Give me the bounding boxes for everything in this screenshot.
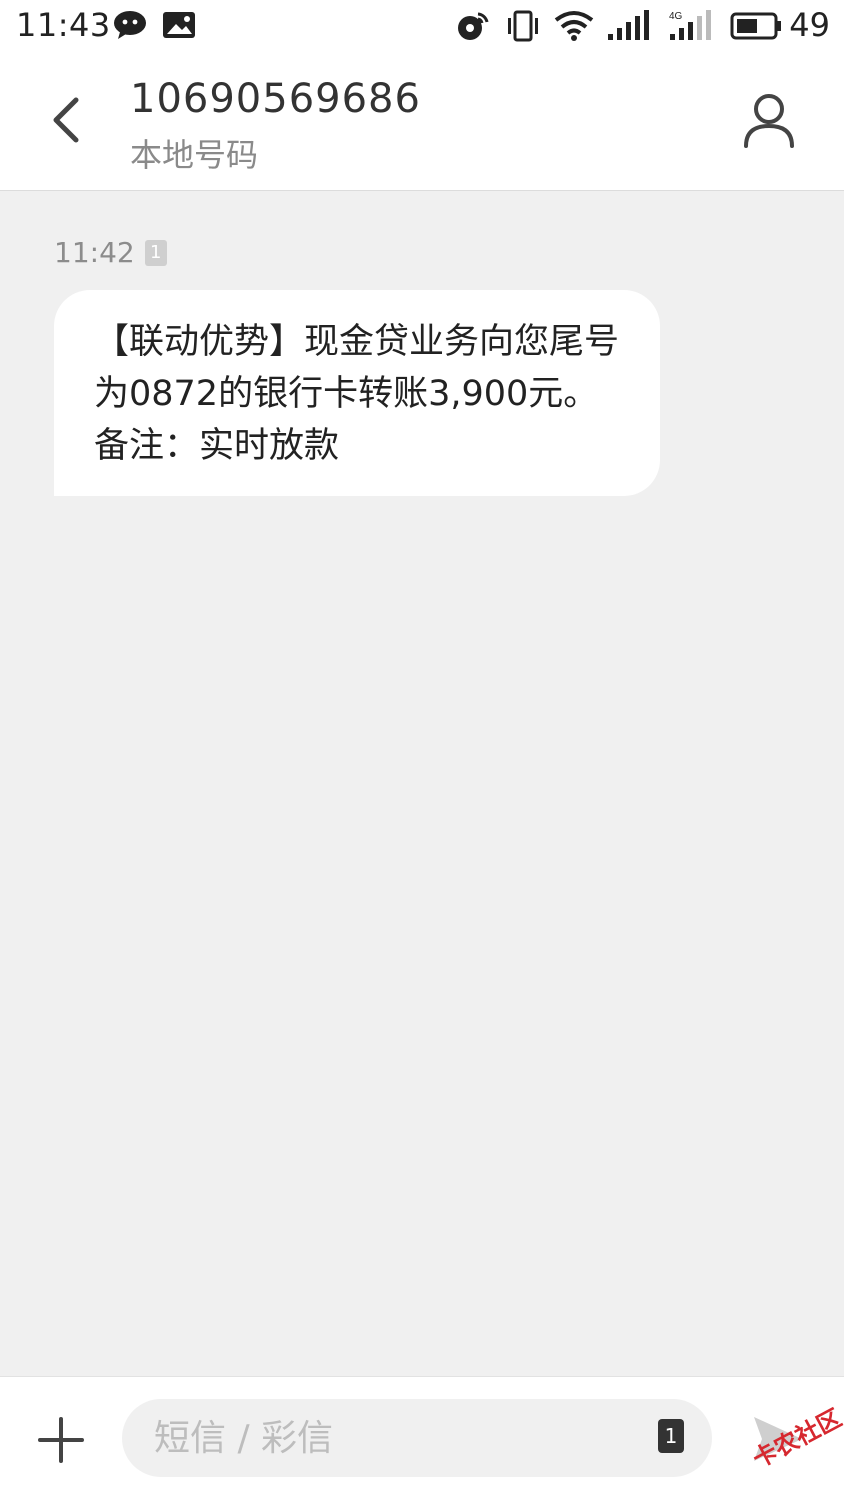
sim-badge: 1: [144, 239, 167, 266]
wechat-icon: [114, 10, 148, 44]
person-icon: [744, 94, 794, 148]
contact-number: 10690569686: [130, 76, 421, 122]
wifi-icon: [554, 10, 594, 46]
network-type-label: 4G: [669, 11, 683, 22]
contact-button[interactable]: [742, 92, 796, 152]
watermark-logo: 卡农社区: [748, 1403, 844, 1474]
status-time: 11:43: [16, 6, 111, 44]
vibrate-icon: [506, 10, 540, 46]
back-button[interactable]: [48, 96, 88, 144]
message-time: 11:42: [54, 236, 135, 269]
add-attachment-button[interactable]: [38, 1417, 84, 1463]
conversation-header: 10690569686 本地号码: [0, 52, 844, 191]
composer-bar: 1 卡农社区: [0, 1376, 844, 1501]
sim-selector[interactable]: 1: [658, 1419, 684, 1453]
message-input[interactable]: [122, 1399, 712, 1477]
battery-icon: [730, 10, 784, 46]
message-bubble[interactable]: 【联动优势】现金贷业务向您尾号为0872的银行卡转账3,900元。备注：实时放款: [54, 290, 660, 496]
status-bar: 11:43 4G 49: [0, 0, 844, 52]
battery-level: 49: [789, 6, 830, 44]
image-notification-icon: [162, 10, 196, 44]
hotspot-icon: [456, 10, 490, 46]
signal-icon: [606, 10, 652, 46]
message-timestamp: 11:42 1: [54, 236, 167, 269]
signal-4g-icon: 4G: [668, 10, 714, 46]
contact-location: 本地号码: [130, 136, 259, 174]
chevron-left-icon: [53, 97, 79, 143]
plus-icon: [38, 1417, 84, 1463]
